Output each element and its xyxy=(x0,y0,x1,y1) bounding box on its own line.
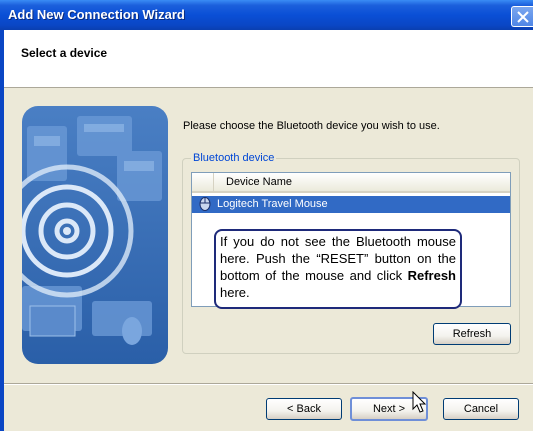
refresh-button[interactable]: Refresh xyxy=(433,323,511,345)
back-button[interactable]: < Back xyxy=(266,398,342,420)
callout-text-end: here. xyxy=(220,285,250,300)
wizard-window: Add New Connection Wizard Select a devic… xyxy=(0,0,533,431)
cancel-button[interactable]: Cancel xyxy=(443,398,519,420)
column-header-device-name[interactable]: Device Name xyxy=(226,176,292,188)
callout-bold-text: Refresh xyxy=(407,268,456,283)
instruction-callout: If you do not see the Bluetooth mouse he… xyxy=(214,229,462,309)
icon-column-header[interactable] xyxy=(192,173,214,191)
group-label: Bluetooth device xyxy=(191,152,277,164)
title-bar[interactable]: Add New Connection Wizard xyxy=(0,0,533,30)
mouse-icon xyxy=(199,197,211,214)
window-title: Add New Connection Wizard xyxy=(8,7,185,22)
wizard-header: Select a device xyxy=(0,30,533,88)
page-title: Select a device xyxy=(21,46,108,60)
close-icon xyxy=(517,11,529,23)
instruction-text: Please choose the Bluetooth device you w… xyxy=(183,120,440,132)
footer-divider xyxy=(4,383,533,385)
device-name: Logitech Travel Mouse xyxy=(217,198,328,210)
list-item[interactable]: Logitech Travel Mouse xyxy=(192,196,510,213)
wizard-illustration xyxy=(22,106,168,364)
list-header: Device Name xyxy=(192,173,510,193)
mouse-pointer-icon xyxy=(412,390,428,418)
close-button[interactable] xyxy=(511,6,533,27)
window-border xyxy=(0,30,4,431)
